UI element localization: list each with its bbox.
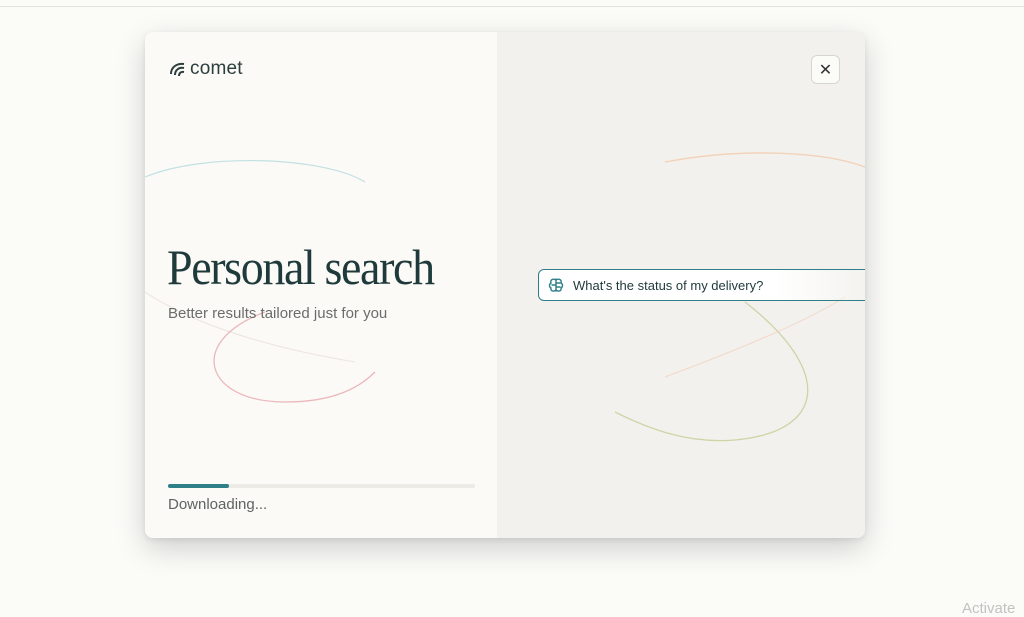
brand-name: comet [190, 58, 243, 79]
page-title: Personal search [167, 239, 435, 295]
sample-query-text: What's the status of my delivery? [573, 277, 764, 293]
onboarding-dialog: comet ✕ Personal search Better results t… [145, 32, 865, 538]
window-top-border [0, 6, 1024, 7]
brand-logo: comet [167, 58, 243, 80]
page-subtitle: Better results tailored just for you [168, 305, 388, 322]
download-status: Downloading... [168, 496, 268, 513]
download-progress-fill [168, 484, 230, 488]
sample-query-pill: What's the status of my delivery? [538, 269, 865, 301]
brain-icon [548, 278, 564, 292]
activation-watermark: Activate [962, 600, 1016, 617]
close-button[interactable]: ✕ [811, 55, 840, 84]
download-progress-bar [168, 484, 475, 488]
comet-logo-icon [170, 62, 185, 77]
close-icon: ✕ [818, 61, 833, 79]
